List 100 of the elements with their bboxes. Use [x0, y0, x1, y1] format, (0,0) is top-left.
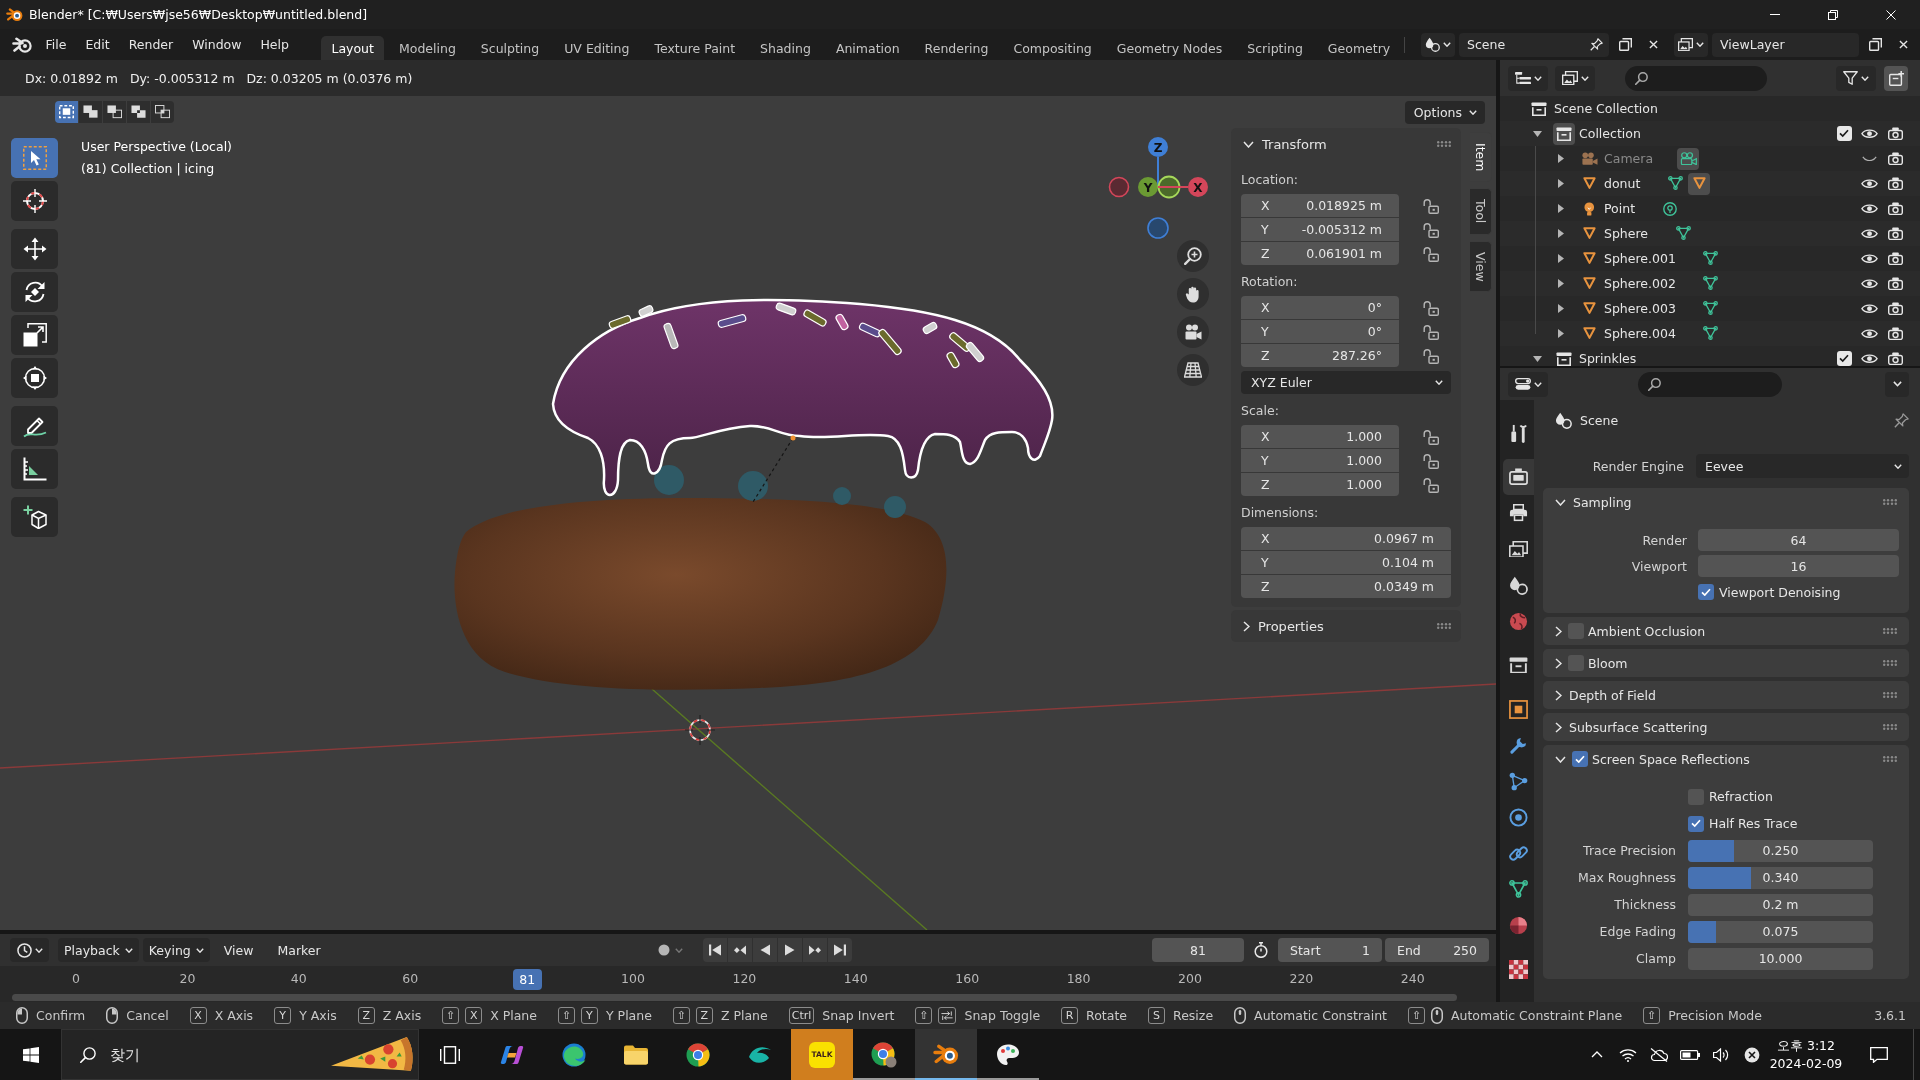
disclosure-triangle-icon[interactable] — [1558, 254, 1564, 263]
number-field[interactable]: Z 0.0349 m — [1241, 575, 1451, 598]
battery-icon[interactable] — [1679, 1049, 1700, 1060]
sidebar-tab[interactable]: View — [1470, 240, 1492, 293]
drag-handle-icon[interactable] — [1883, 628, 1897, 634]
drag-handle-icon[interactable] — [1883, 660, 1897, 666]
render-camera-icon[interactable] — [1887, 151, 1903, 166]
number-field[interactable]: X 0.018925 m — [1241, 194, 1399, 217]
padlock-icon[interactable] — [1423, 323, 1439, 340]
tree-item-label[interactable]: Scene Collection — [1554, 101, 1658, 116]
number-field[interactable]: X 0.0967 m — [1241, 527, 1451, 550]
workspace-tab[interactable]: Geometry — [1317, 36, 1401, 60]
disclosure-triangle-icon[interactable] — [1558, 179, 1564, 188]
checkbox[interactable] — [1836, 126, 1852, 141]
padlock-icon[interactable] — [1423, 428, 1439, 445]
number-field[interactable]: Y 0° — [1241, 320, 1399, 343]
start-frame-field[interactable]: Start 1 — [1278, 938, 1382, 962]
disclosure-triangle-icon[interactable] — [1558, 304, 1564, 313]
eye-icon[interactable] — [1860, 252, 1878, 265]
next-keyframe-button[interactable] — [802, 938, 827, 962]
tree-item-label[interactable]: Sphere — [1604, 226, 1649, 241]
options-dropdown-button[interactable] — [1885, 371, 1909, 397]
taskbar-button[interactable] — [915, 1029, 977, 1080]
padlock-icon[interactable] — [1423, 245, 1439, 262]
padlock-icon[interactable] — [1423, 221, 1439, 238]
eye-icon[interactable] — [1860, 202, 1878, 215]
select-mode-button[interactable] — [79, 101, 102, 123]
scene-field[interactable]: Scene — [1459, 32, 1609, 57]
disclosure-triangle-icon[interactable] — [1558, 279, 1564, 288]
panel-title[interactable]: Bloom — [1588, 655, 1883, 671]
slider[interactable]: 0.340 — [1688, 866, 1873, 889]
filter-button[interactable] — [1836, 65, 1876, 91]
cloud-off-icon[interactable] — [1649, 1047, 1668, 1062]
tool-button[interactable] — [11, 315, 58, 355]
workspace-tab[interactable]: Geometry Nodes — [1106, 36, 1233, 60]
render-camera-icon[interactable] — [1887, 351, 1903, 366]
negative-axis-handle[interactable] — [1157, 175, 1181, 199]
play-reverse-button[interactable] — [752, 938, 777, 962]
panel-title[interactable]: Transform — [1262, 136, 1437, 152]
y-axis-handle[interactable]: Y — [1138, 177, 1159, 197]
timeline-menu[interactable]: Playback — [58, 938, 139, 962]
search-field[interactable]: 찾기 — [110, 1045, 260, 1064]
render-camera-icon[interactable] — [1887, 126, 1903, 141]
number-field[interactable]: 64 — [1698, 529, 1899, 551]
projection-toggle-button[interactable] — [1177, 354, 1209, 386]
new-collection-button[interactable] — [1884, 65, 1908, 91]
number-field[interactable]: X 1.000 — [1241, 425, 1399, 448]
view-layer-field[interactable]: ViewLayer — [1712, 32, 1859, 57]
tool-button[interactable] — [11, 406, 58, 446]
panel-title[interactable]: Subsurface Scattering — [1569, 719, 1883, 735]
timeline-menu[interactable]: Marker — [267, 938, 331, 962]
select-mode-button[interactable] — [127, 101, 150, 123]
chevron-icon[interactable] — [1555, 721, 1562, 733]
tool-button[interactable] — [11, 272, 58, 312]
drag-handle-icon[interactable] — [1883, 692, 1897, 698]
number-field[interactable]: Y -0.005312 m — [1241, 218, 1399, 241]
panel-title[interactable]: Ambient Occlusion — [1588, 623, 1883, 639]
search-field[interactable] — [1625, 65, 1767, 91]
drag-handle-icon[interactable] — [1437, 141, 1451, 147]
menu-item[interactable]: Render — [119, 33, 183, 56]
padlock-icon[interactable] — [1423, 197, 1439, 214]
disclosure-triangle-icon[interactable] — [1533, 130, 1542, 137]
end-frame-field[interactable]: End 250 — [1385, 938, 1489, 962]
tree-item-label[interactable]: Sphere.003 — [1604, 301, 1676, 316]
number-field[interactable]: Y 1.000 — [1241, 449, 1399, 472]
tool-button[interactable] — [11, 497, 58, 537]
zoom-button[interactable] — [1177, 240, 1209, 272]
panel-title[interactable]: Depth of Field — [1569, 687, 1883, 703]
tree-item-label[interactable]: Collection — [1579, 126, 1641, 141]
chevron-icon[interactable] — [1555, 755, 1566, 763]
workspace-tab[interactable]: Animation — [825, 36, 910, 60]
number-field[interactable]: Z 0.061901 m — [1241, 242, 1399, 265]
timeline-menu[interactable]: Keying — [142, 938, 210, 962]
number-field[interactable]: X 0° — [1241, 296, 1399, 319]
chevron-icon[interactable] — [1555, 689, 1562, 701]
slider[interactable]: 0.075 — [1688, 920, 1873, 943]
rotation-mode-dropdown[interactable]: XYZ Euler — [1241, 371, 1451, 394]
negative-axis-handle[interactable] — [1147, 217, 1169, 239]
menu-item[interactable]: File — [36, 33, 76, 56]
tree-item-label[interactable]: Sphere.004 — [1604, 326, 1676, 341]
panel-title[interactable]: Properties — [1258, 618, 1437, 634]
checkbox[interactable] — [1688, 815, 1704, 832]
options-button[interactable]: Options — [1404, 100, 1485, 124]
tree-item-label[interactable]: donut — [1604, 176, 1641, 191]
menu-item[interactable]: Edit — [75, 33, 120, 56]
jump-to-end-button[interactable] — [827, 938, 852, 962]
current-frame-field[interactable]: 81 — [1152, 938, 1244, 962]
eye-icon[interactable] — [1860, 327, 1878, 340]
checkbox[interactable] — [1836, 351, 1852, 366]
eye-icon[interactable] — [1860, 277, 1878, 290]
render-engine-dropdown[interactable]: Eevee — [1696, 454, 1909, 478]
x-axis-handle[interactable]: X — [1157, 177, 1208, 197]
padlock-icon[interactable] — [1423, 476, 1439, 493]
checkbox[interactable] — [1572, 751, 1588, 767]
tree-item-label[interactable]: Sphere.002 — [1604, 276, 1676, 291]
workspace-tab[interactable]: Compositing — [1003, 36, 1102, 60]
stopwatch-icon[interactable] — [1254, 942, 1268, 958]
scrollbar[interactable] — [12, 994, 1457, 1001]
chevron-icon[interactable] — [1555, 657, 1562, 669]
negative-axis-handle[interactable] — [1108, 176, 1130, 198]
